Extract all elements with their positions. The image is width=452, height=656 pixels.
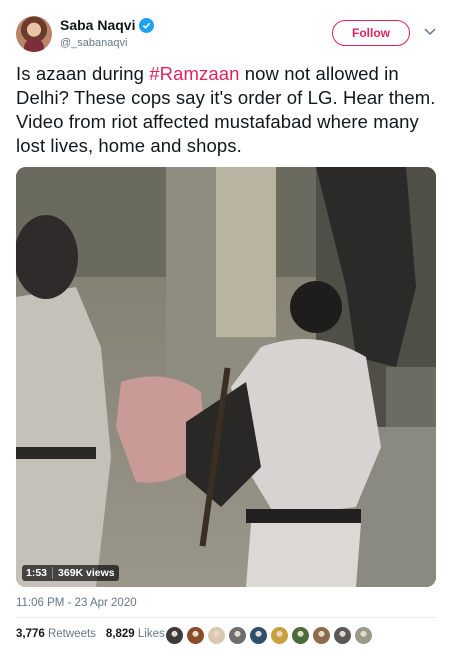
video-duration: 1:53	[26, 567, 48, 579]
divider	[16, 617, 436, 618]
engagement-stats: 3,776 Retweets 8,829 Likes	[16, 628, 165, 640]
liker-avatar[interactable]	[208, 627, 225, 644]
avatar[interactable]	[16, 16, 52, 52]
tweet-timestamp[interactable]: 11:06 PM - 23 Apr 2020	[16, 597, 137, 609]
author-row: Saba Naqvi	[60, 17, 155, 33]
liker-avatars	[166, 627, 372, 644]
author-handle[interactable]: @_sabanaqvi	[60, 37, 127, 49]
retweets-count: 3,776	[16, 628, 45, 640]
author-name[interactable]: Saba Naqvi	[60, 17, 135, 33]
retweets-stat[interactable]: 3,776 Retweets	[16, 628, 96, 640]
liker-avatar[interactable]	[313, 627, 330, 644]
liker-avatar[interactable]	[187, 627, 204, 644]
retweets-label: Retweets	[47, 628, 96, 640]
hashtag-link[interactable]: #Ramzaan	[149, 63, 239, 84]
likes-stat[interactable]: 8,829 Likes	[106, 628, 165, 640]
liker-avatar[interactable]	[334, 627, 351, 644]
tweet-text: Is azaan during #Ramzaan now not allowed…	[16, 62, 440, 158]
video-player[interactable]: 1:53 369K views	[16, 167, 436, 587]
chevron-down-icon[interactable]	[424, 27, 436, 37]
likes-label: Likes	[137, 628, 165, 640]
badge-divider	[52, 567, 54, 579]
tweet-text-before: Is azaan during	[16, 63, 150, 84]
liker-avatar[interactable]	[229, 627, 246, 644]
video-stats-badge: 1:53 369K views	[22, 565, 119, 581]
liker-avatar[interactable]	[166, 627, 183, 644]
liker-avatar[interactable]	[355, 627, 372, 644]
follow-button[interactable]: Follow	[332, 20, 410, 46]
liker-avatar[interactable]	[271, 627, 288, 644]
liker-avatar[interactable]	[250, 627, 267, 644]
tweet-header: Saba Naqvi @_sabanaqvi Follow	[0, 0, 452, 60]
video-frame	[16, 167, 436, 587]
video-views: 369K views	[58, 567, 115, 579]
likes-count: 8,829	[105, 628, 135, 640]
verified-badge-icon	[139, 17, 155, 33]
liker-avatar[interactable]	[292, 627, 309, 644]
